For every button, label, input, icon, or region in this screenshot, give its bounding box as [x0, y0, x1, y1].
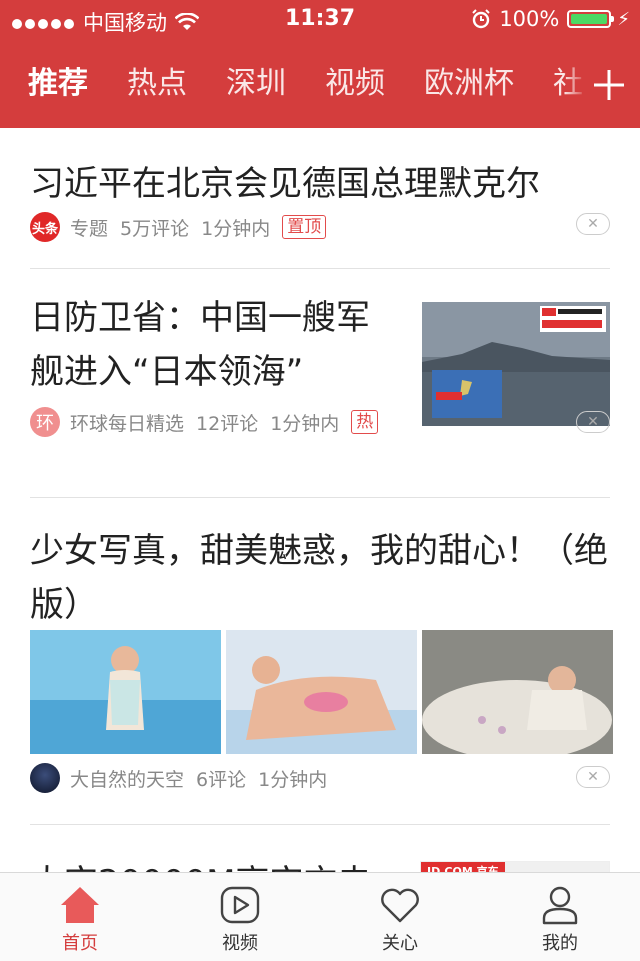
home-icon — [61, 887, 99, 923]
news-meta: 大自然的天空 6评论 1分钟内 — [30, 763, 339, 793]
charging-bolt-icon: ⚡ — [617, 8, 630, 30]
source-logo: 头条 — [30, 212, 60, 242]
image-gallery[interactable] — [30, 630, 613, 754]
dismiss-button[interactable]: ✕ — [576, 411, 610, 433]
news-title[interactable]: 日防卫省：中国一艘军舰进入“日本领海” — [30, 291, 390, 399]
source-logo-text: 头条 — [31, 221, 58, 237]
source-name[interactable]: 专题 — [70, 214, 108, 241]
news-item[interactable]: 少女写真，甜美魅惑，我的甜心！（绝版） 大自然的天空 6评论 1分钟内 ✕ — [30, 498, 613, 825]
bottom-tab-label: 首页 — [62, 933, 98, 954]
pinned-badge: 置顶 — [282, 215, 327, 239]
tab-video[interactable]: 视频 — [325, 64, 385, 104]
bottom-tab-home[interactable]: 首页 — [0, 873, 160, 961]
bottom-tab-label: 我的 — [542, 933, 578, 954]
news-item[interactable]: 日防卫省：中国一艘军舰进入“日本领海” 环 环球每日精选 12评论 1分钟内 热… — [30, 269, 610, 498]
source-avatar — [30, 763, 60, 793]
news-meta: 环 环球每日精选 12评论 1分钟内 热 — [30, 407, 379, 437]
heart-icon — [381, 888, 419, 923]
comment-count: 5万评论 — [120, 217, 190, 240]
news-thumbnail[interactable] — [422, 302, 610, 426]
bottom-tab-video[interactable]: 视频 — [160, 873, 320, 961]
add-channel-area — [564, 40, 640, 128]
news-feed: 习近平在北京会见德国总理默克尔 头条 专题 5万评论 1分钟内 置顶 ✕ 日防卫… — [0, 128, 640, 885]
channel-bar: 推荐 热点 深圳 视频 欧洲杯 社 — [0, 40, 640, 128]
tab-recommend[interactable]: 推荐 — [28, 64, 88, 104]
close-icon: ✕ — [587, 216, 599, 232]
bottom-tab-follow[interactable]: 关心 — [320, 873, 480, 961]
tab-euro-cup[interactable]: 欧洲杯 — [424, 64, 514, 104]
bottom-tab-bar: 首页 视频 关心 我的 — [0, 872, 640, 961]
battery-icon — [567, 10, 615, 28]
gallery-image-beach[interactable] — [226, 630, 417, 754]
source-name[interactable]: 大自然的天空 — [70, 765, 184, 792]
tab-shenzhen[interactable]: 深圳 — [226, 64, 286, 104]
hot-badge: 热 — [351, 410, 379, 434]
news-item[interactable]: 习近平在北京会见德国总理默克尔 头条 专题 5万评论 1分钟内 置顶 ✕ — [30, 128, 610, 269]
publish-time: 1分钟内 — [258, 768, 328, 791]
source-logo-text: 环 — [36, 413, 54, 434]
bottom-tab-me[interactable]: 我的 — [480, 873, 640, 961]
gallery-image-bath[interactable] — [422, 630, 613, 754]
comment-count: 6评论 — [196, 768, 247, 791]
publish-time: 1分钟内 — [270, 412, 340, 435]
news-title[interactable]: 少女写真，甜美魅惑，我的甜心！（绝版） — [30, 524, 610, 632]
tab-hot[interactable]: 热点 — [127, 64, 187, 104]
dismiss-button[interactable]: ✕ — [576, 766, 610, 788]
bottom-tab-label: 视频 — [222, 933, 258, 954]
alarm-clock-icon — [472, 9, 491, 29]
status-right: 100% ⚡ — [471, 7, 630, 31]
source-name[interactable]: 环球每日精选 — [70, 409, 184, 436]
news-meta: 头条 专题 5万评论 1分钟内 置顶 — [30, 212, 327, 242]
user-icon — [542, 886, 578, 925]
news-title[interactable]: 习近平在北京会见德国总理默克尔 — [30, 156, 540, 205]
comment-count: 12评论 — [196, 412, 259, 435]
play-icon — [220, 886, 260, 924]
close-icon: ✕ — [587, 414, 599, 430]
dismiss-button[interactable]: ✕ — [576, 213, 610, 235]
battery-percent: 100% — [499, 7, 560, 31]
source-logo: 环 — [30, 407, 60, 437]
bottom-tab-label: 关心 — [382, 933, 418, 954]
channel-tabs: 推荐 热点 深圳 视频 欧洲杯 社 — [28, 64, 622, 104]
publish-time: 1分钟内 — [201, 217, 271, 240]
gallery-image-pool[interactable] — [30, 630, 221, 754]
status-bar: 中国移动 11:37 100% ⚡ — [0, 0, 640, 40]
close-icon: ✕ — [587, 769, 599, 785]
plus-icon[interactable] — [592, 68, 626, 102]
